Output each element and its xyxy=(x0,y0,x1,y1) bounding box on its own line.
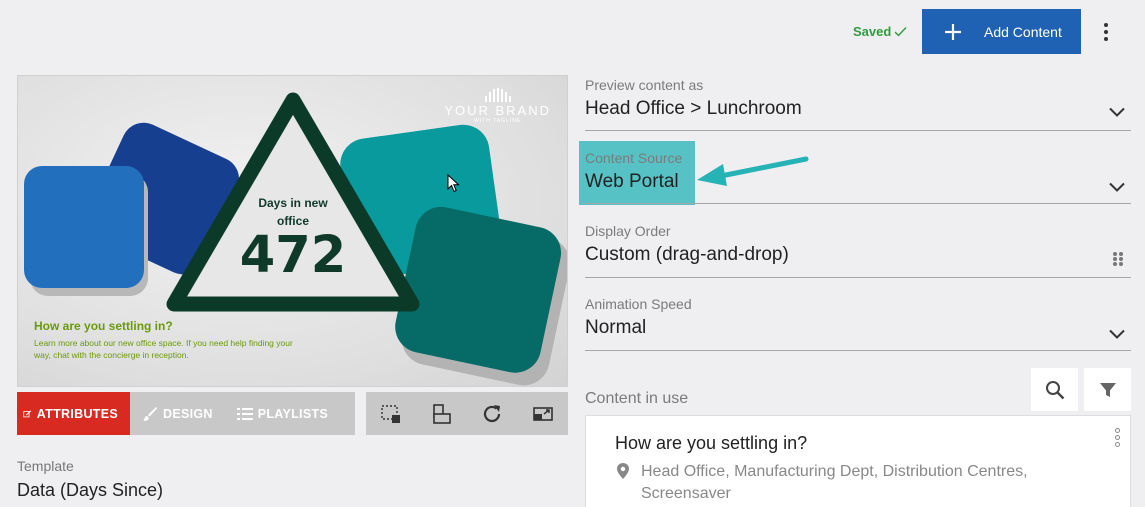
counter-label: Days in new office xyxy=(258,196,328,228)
template-label: Template xyxy=(17,458,74,474)
template-value: Data (Days Since) xyxy=(17,480,164,500)
preview-as-value: Head Office > Lunchroom xyxy=(585,98,802,119)
edit-icon xyxy=(23,409,32,417)
display-order-select[interactable]: Display Order Custom (drag-and-drop) xyxy=(585,223,1131,278)
animation-speed-select[interactable]: Animation Speed Normal xyxy=(585,296,1131,351)
chevron-down-icon xyxy=(1109,329,1125,339)
brush-icon xyxy=(143,406,157,421)
refresh-icon[interactable] xyxy=(480,402,504,426)
chevron-down-icon xyxy=(1109,182,1125,192)
brand-tagline: WITH TAGLINE xyxy=(474,118,522,124)
editor-tabs: ATTRIBUTES DESIGN PLAYLISTS xyxy=(17,392,355,435)
preview-body: Learn more about our new office space. I… xyxy=(34,338,293,360)
animation-speed-label: Animation Speed xyxy=(585,296,692,312)
drag-grid-icon xyxy=(1113,252,1123,266)
content-source-label: Content Source xyxy=(585,150,683,166)
card-more-icon[interactable] xyxy=(1115,428,1120,447)
tab-playlists-label: PLAYLISTS xyxy=(257,406,329,421)
tab-design[interactable]: DESIGN xyxy=(130,392,225,435)
display-order-label: Display Order xyxy=(585,223,671,239)
list-icon xyxy=(236,407,253,420)
brand-logo: YOUR BRAND WITH TAGLINE xyxy=(444,88,551,124)
preview-headline: How are you settling in? xyxy=(34,319,173,333)
resize-icon[interactable] xyxy=(531,402,555,426)
saved-status: Saved xyxy=(853,24,907,39)
preview-as-select[interactable]: Preview content as Head Office > Lunchro… xyxy=(585,77,1131,131)
search-icon xyxy=(1045,380,1064,399)
saved-label: Saved xyxy=(853,24,892,39)
add-content-button[interactable]: Add Content xyxy=(922,9,1081,54)
preview-toolbar xyxy=(366,392,568,435)
preview-as-label: Preview content as xyxy=(585,77,704,93)
tab-playlists[interactable]: PLAYLISTS xyxy=(225,392,340,435)
filter-button[interactable] xyxy=(1084,368,1131,411)
layers-icon[interactable] xyxy=(430,402,454,426)
content-source-select[interactable]: Content Source Web Portal xyxy=(585,150,1131,204)
checkmark-icon xyxy=(894,27,907,37)
location-pin-icon xyxy=(617,463,629,479)
content-card-title: How are you settling in? xyxy=(615,433,808,453)
search-button[interactable] xyxy=(1031,368,1078,411)
content-card[interactable]: How are you settling in? Head Office, Ma… xyxy=(585,415,1131,507)
annotation-arrow xyxy=(697,156,809,186)
animation-speed-value: Normal xyxy=(585,317,647,338)
region-select-icon[interactable] xyxy=(379,402,403,426)
add-content-label: Add Content xyxy=(984,23,1062,40)
content-preview: YOUR BRAND WITH TAGLINE Days in new offi… xyxy=(17,75,568,387)
counter-value: 472 xyxy=(239,226,347,285)
plus-icon xyxy=(922,23,984,41)
content-card-locations: Head Office, Manufacturing Dept, Distrib… xyxy=(641,463,1028,502)
mouse-cursor-icon xyxy=(447,174,460,193)
tab-attributes-label: ATTRIBUTES xyxy=(36,406,118,421)
filter-icon xyxy=(1099,382,1116,397)
tab-design-label: DESIGN xyxy=(163,406,213,421)
chevron-down-icon xyxy=(1109,107,1125,117)
tab-attributes[interactable]: ATTRIBUTES xyxy=(17,392,130,435)
more-options-icon[interactable] xyxy=(1096,18,1116,46)
content-in-use-label: Content in use xyxy=(585,390,689,407)
display-order-value: Custom (drag-and-drop) xyxy=(585,244,789,265)
brand-name: YOUR BRAND xyxy=(444,103,551,118)
content-source-value: Web Portal xyxy=(585,171,679,192)
